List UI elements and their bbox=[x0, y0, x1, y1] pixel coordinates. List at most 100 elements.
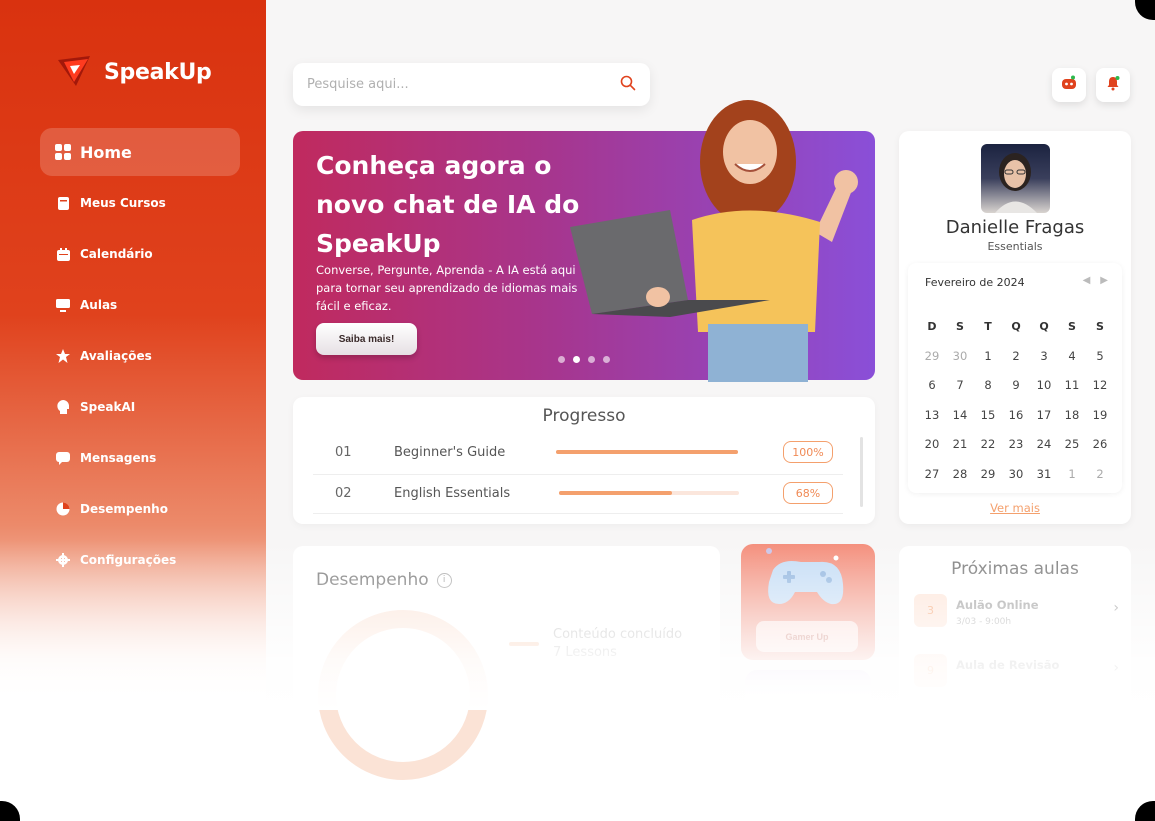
pie-chart-icon bbox=[54, 500, 72, 518]
calendar-weekday: Q bbox=[1039, 319, 1049, 333]
info-icon[interactable]: i bbox=[436, 572, 452, 588]
calendar-day[interactable]: 17 bbox=[1030, 402, 1058, 428]
legend-text: Conteúdo concluído 7 Lessons bbox=[553, 626, 682, 662]
progress-bar bbox=[556, 450, 738, 454]
sidebar-item-speakai[interactable]: SpeakAI bbox=[40, 383, 240, 431]
class-name: Aula de Revisão bbox=[956, 658, 1060, 672]
calendar-day[interactable]: 24 bbox=[1030, 431, 1058, 458]
calendar-day[interactable]: 15 bbox=[974, 402, 1002, 428]
sidebar-item-label: Calendário bbox=[80, 247, 153, 261]
sidebar-item-label: Home bbox=[80, 142, 132, 162]
divider bbox=[313, 513, 843, 514]
ai-assistant-button[interactable] bbox=[1052, 68, 1086, 102]
progress-card: Progresso 01 Beginner's Guide 100% 02 En… bbox=[293, 397, 875, 524]
calendar-day[interactable]: 22 bbox=[974, 431, 1002, 458]
calendar-day[interactable]: 29 bbox=[974, 461, 1002, 487]
monitor-icon bbox=[54, 296, 72, 314]
calendar-day[interactable]: 23 bbox=[1002, 431, 1030, 457]
calendar-day[interactable]: 1 bbox=[974, 343, 1002, 369]
calendar-day[interactable]: 4 bbox=[1058, 343, 1086, 369]
banner-subtitle: Converse, Pergunte, Aprenda - A IA está … bbox=[316, 263, 578, 313]
chevron-right-icon[interactable]: ▶ bbox=[1100, 275, 1108, 286]
progress-scrollbar[interactable] bbox=[860, 437, 863, 507]
sidebar-item-mensagens[interactable]: Mensagens bbox=[40, 434, 240, 482]
calendar-weekday: Q bbox=[1011, 319, 1021, 333]
calendar-day[interactable]: 8 bbox=[974, 372, 1002, 398]
avatar[interactable] bbox=[981, 144, 1050, 213]
sidebar-item-home[interactable]: Home bbox=[40, 128, 240, 176]
chevron-left-icon[interactable]: ◀ bbox=[1083, 275, 1091, 286]
calendar-day[interactable]: 19 bbox=[1086, 402, 1114, 428]
gamer-up-button[interactable]: Gamer Up bbox=[756, 621, 858, 652]
learn-more-button[interactable]: Saiba mais! bbox=[316, 323, 417, 355]
bell-icon bbox=[1105, 75, 1121, 95]
profile-name: Danielle Fragas bbox=[945, 217, 1085, 238]
calendar-weekday: S bbox=[1096, 319, 1104, 333]
calendar-day[interactable]: 5 bbox=[1086, 343, 1114, 369]
list-item[interactable]: 3 Aulão Online 3/03 - 9:00h › bbox=[914, 594, 1119, 634]
gamer-up-card[interactable]: Gamer Up bbox=[741, 544, 875, 660]
progress-row[interactable]: 02 English Essentials 68% bbox=[293, 473, 853, 513]
performance-title-text: Desempenho bbox=[316, 570, 429, 590]
calendar-day[interactable]: 30 bbox=[946, 343, 974, 369]
calendar-day[interactable]: 12 bbox=[1086, 372, 1114, 398]
calendar-weekday-row: DSTQQSS bbox=[918, 312, 1114, 341]
calendar-day[interactable]: 11 bbox=[1058, 372, 1086, 399]
calendar-day[interactable]: 1 bbox=[1058, 461, 1086, 487]
sidebar-item-desempenho[interactable]: Desempenho bbox=[40, 485, 240, 533]
legend-swatch bbox=[509, 642, 539, 646]
calendar-day[interactable]: 3 bbox=[1030, 343, 1058, 370]
calendar-day[interactable]: 21 bbox=[946, 431, 974, 457]
calendar-day[interactable]: 20 bbox=[918, 431, 946, 457]
performance-donut-chart bbox=[318, 610, 488, 780]
calendar-day[interactable]: 16 bbox=[1002, 402, 1030, 428]
progress-bar bbox=[559, 491, 739, 495]
sidebar-item-meus-cursos[interactable]: Meus Cursos bbox=[40, 179, 240, 227]
list-item[interactable]: 9 Aula de Revisão › bbox=[914, 654, 1119, 694]
calendar-day[interactable]: 7 bbox=[946, 372, 974, 399]
calendar-day[interactable]: 2 bbox=[1086, 461, 1114, 487]
sidebar-item-avaliacoes[interactable]: Avaliações bbox=[40, 332, 240, 380]
see-more-link[interactable]: Ver mais bbox=[899, 501, 1131, 515]
brand[interactable]: SpeakUp bbox=[56, 52, 212, 92]
secondary-promo-card[interactable] bbox=[745, 670, 871, 700]
progress-percent-badge: 68% bbox=[783, 482, 833, 504]
date-badge: 3 bbox=[914, 594, 947, 627]
carousel-dot[interactable] bbox=[558, 356, 565, 363]
calendar-weekday: D bbox=[927, 319, 937, 333]
calendar-day[interactable]: 13 bbox=[918, 402, 946, 428]
calendar-day[interactable]: 14 bbox=[946, 402, 974, 428]
calendar-day[interactable]: 31 bbox=[1030, 461, 1058, 487]
calendar-day[interactable]: 9 bbox=[1002, 372, 1030, 398]
frame-corner bbox=[0, 801, 20, 821]
legend-label: Conteúdo concluído bbox=[553, 627, 683, 642]
calendar-day[interactable]: 18 bbox=[1058, 402, 1086, 428]
sidebar-item-configuracoes[interactable]: Configurações bbox=[40, 536, 240, 584]
progress-row-number: 02 bbox=[335, 485, 352, 501]
calendar-day[interactable]: 10 bbox=[1030, 372, 1058, 398]
progress-row[interactable]: 01 Beginner's Guide 100% bbox=[293, 432, 853, 472]
sidebar-item-label: Aulas bbox=[80, 298, 118, 312]
chevron-right-icon: › bbox=[1113, 660, 1119, 676]
progress-row-name: Beginner's Guide bbox=[394, 444, 506, 460]
notifications-button[interactable] bbox=[1096, 68, 1130, 102]
calendar-week-row: 27 28 29 30 31 1 2 bbox=[918, 459, 1114, 488]
calendar-day[interactable]: 30 bbox=[1002, 461, 1030, 487]
sidebar-item-aulas[interactable]: Aulas bbox=[40, 281, 240, 329]
calendar-day[interactable]: 29 bbox=[918, 343, 946, 369]
sidebar-item-label: Avaliações bbox=[80, 349, 152, 363]
calendar-day[interactable]: 28 bbox=[946, 461, 974, 487]
calendar-day[interactable]: 27 bbox=[918, 461, 946, 487]
calendar-week-row: 20 21 22 23 24 25 26 bbox=[918, 430, 1114, 459]
star-icon bbox=[54, 347, 72, 365]
upcoming-classes-title: Próximas aulas bbox=[951, 559, 1079, 579]
calendar-day[interactable]: 26 bbox=[1086, 431, 1114, 457]
calendar-weekday: S bbox=[956, 319, 964, 333]
calendar-day[interactable]: 6 bbox=[918, 372, 946, 398]
calendar-day[interactable]: 2 bbox=[1002, 343, 1030, 369]
search-input[interactable] bbox=[307, 77, 620, 92]
calendar-week-row: 29 30 1 2 3 4 5 bbox=[918, 341, 1114, 370]
sidebar-item-calendario[interactable]: Calendário bbox=[40, 230, 240, 278]
calendar-day[interactable]: 25 bbox=[1058, 431, 1086, 457]
sidebar-item-label: Mensagens bbox=[80, 451, 157, 465]
